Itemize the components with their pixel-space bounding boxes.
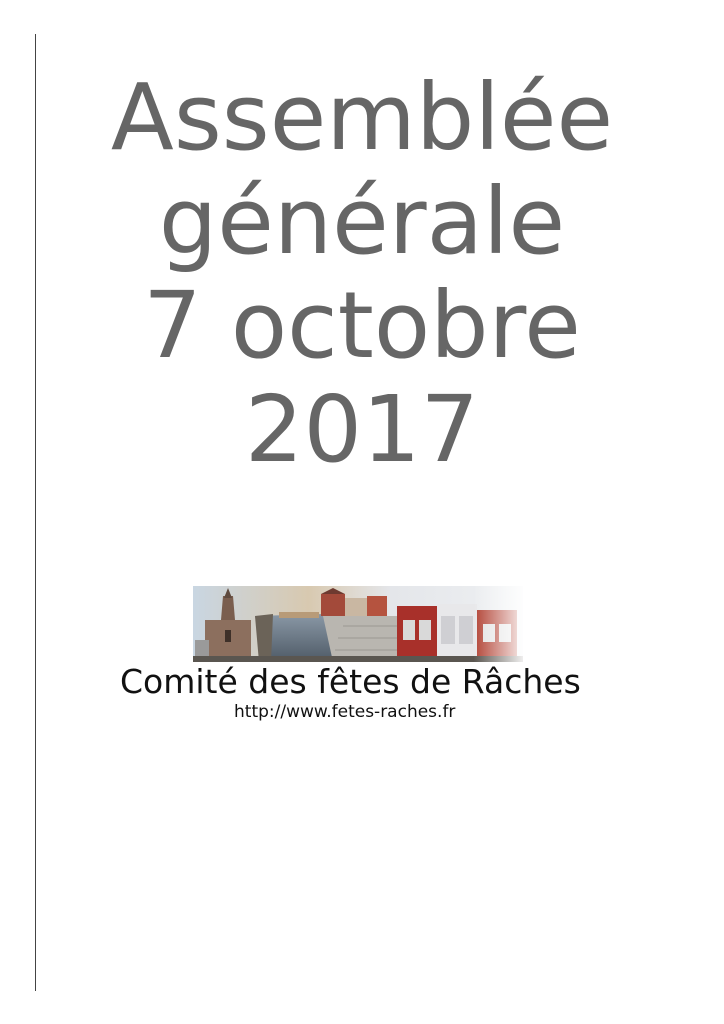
town-photo-banner	[193, 586, 523, 662]
title-line: 7 octobre	[143, 272, 581, 379]
document-title: Assemblée générale 7 octobre 2017	[40, 66, 684, 482]
margin-rule	[35, 34, 36, 991]
organization-name: Comité des fêtes de Râches	[120, 662, 581, 701]
title-line: générale	[158, 168, 566, 275]
title-line: Assemblée	[110, 64, 614, 171]
title-line: 2017	[244, 376, 480, 483]
organization-url: http://www.fetes-raches.fr	[234, 702, 456, 722]
